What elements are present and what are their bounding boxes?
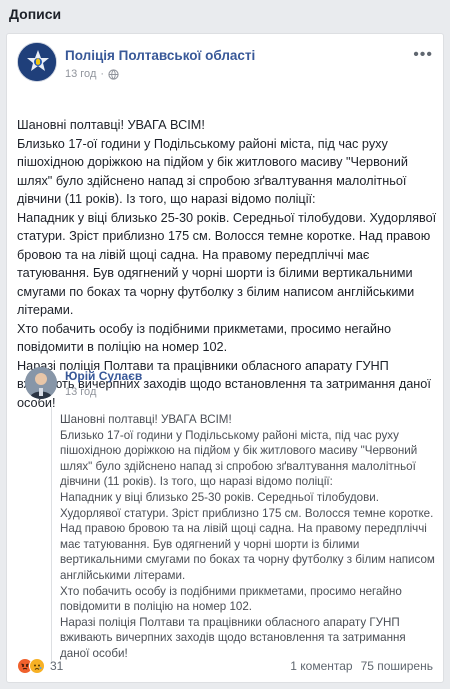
post-card: Поліція Полтавської області 13 год · •••… (6, 33, 444, 683)
shared-post-time[interactable]: 13 год (65, 386, 96, 398)
shared-post-text: Шановні полтавці! УВАГА ВСІМ! Близько 17… (60, 406, 435, 662)
post-paragraph: Шановні полтавці! УВАГА ВСІМ! (17, 118, 205, 132)
shared-paragraph: Близько 17-ої години у Подільському райо… (60, 428, 418, 489)
shares-link[interactable]: 75 поширень (361, 659, 433, 673)
more-options-icon[interactable]: ••• (413, 46, 433, 64)
post-paragraph: Наразі поліція Полтави та працівники обл… (17, 358, 431, 410)
sad-reaction-icon (29, 658, 45, 674)
post-paragraph: Нападник у віці близько 25-30 років. Сер… (17, 210, 437, 318)
police-badge-icon (18, 43, 56, 81)
page-name-link[interactable]: Поліція Полтавської області (65, 48, 255, 63)
shared-paragraph: Шановні полтавці! УВАГА ВСІМ! (60, 413, 232, 426)
post-footer: 31 1 коментар 75 поширень (17, 654, 433, 678)
post-time[interactable]: 13 год (65, 68, 96, 80)
globe-icon (108, 68, 119, 80)
post-header: Поліція Полтавської області 13 год · ••• (17, 42, 433, 88)
separator-dot: · (100, 68, 105, 80)
shared-post-body: Шановні полтавці! УВАГА ВСІМ! Близько 17… (51, 406, 435, 662)
post-meta: 13 год · (65, 68, 119, 80)
post-text: Шановні полтавці! УВАГА ВСІМ! Близько 17… (17, 116, 437, 412)
shared-author-name[interactable]: Юрій Сулаєв (65, 369, 142, 383)
page-avatar[interactable] (17, 42, 57, 82)
post-paragraph: Близько 17-ої години у Подільському райо… (17, 136, 408, 207)
section-title: Дописи (9, 6, 62, 22)
reactions-count: 31 (50, 659, 64, 673)
shared-paragraph: Хто побачить особу із подібними прикмета… (60, 584, 402, 614)
reactions-summary[interactable]: 31 (17, 658, 63, 674)
post-paragraph: Хто побачить особу із подібними прикмета… (17, 321, 392, 355)
user-photo-icon (25, 367, 57, 399)
shared-avatar[interactable] (25, 367, 57, 399)
comments-link[interactable]: 1 коментар (290, 659, 352, 673)
shared-paragraph: Нападник у віці близько 25-30 років. Сер… (60, 490, 435, 582)
